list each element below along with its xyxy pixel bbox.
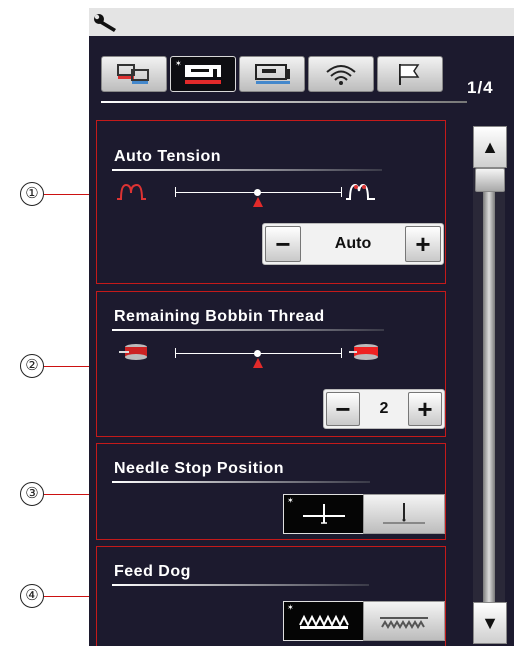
needle-down-icon [383,503,425,524]
tab-sewing-settings[interactable]: ✶ [170,56,236,92]
title-underline [112,584,369,586]
wireless-icon [326,65,356,85]
scrollbar-thumb[interactable] [475,168,505,192]
needle-stop-down-button[interactable] [363,494,445,534]
feed-dog-up-icon [299,614,349,629]
selected-star-icon: ✶ [287,603,294,612]
feed-dog-down-button[interactable] [363,601,445,641]
loose-tension-icon [117,183,146,200]
tension-slider-knob[interactable] [254,189,261,196]
selected-star-icon: ✶ [175,59,182,68]
tension-value: Auto [334,235,372,252]
tab-embroidery-settings[interactable] [239,56,305,92]
callout-2: ② [20,354,114,378]
default-marker-icon [253,197,263,207]
callout-3: ③ [20,482,114,506]
page-indicator: 1/4 [467,78,494,97]
slider-end-tick [341,187,342,197]
callout-number: ④ [20,584,44,608]
section-title: Feed Dog [114,563,191,580]
scrollbar-rail[interactable] [483,178,495,602]
section-title: Remaining Bobbin Thread [114,308,325,325]
selected-star-icon: ✶ [287,496,294,505]
feed-dog-down-icon [380,617,428,629]
tab-wireless[interactable] [308,56,374,92]
sewing-settings-icon [185,65,221,84]
auto-tension-section: Auto Tension − Auto + [96,120,446,284]
header-divider [101,101,467,103]
section-title: Auto Tension [114,148,222,165]
callout-4: ④ [20,584,114,608]
settings-screen: ✶ 1/4 Auto Tension − Auto + Remaining Bo… [89,8,514,646]
section-title: Needle Stop Position [114,460,285,477]
slider-end-tick [341,348,342,358]
needle-up-icon [303,504,345,524]
tab-language[interactable] [377,56,443,92]
bobbin-full-icon [349,344,378,360]
callout-number: ③ [20,482,44,506]
title-underline [112,481,370,483]
callout-number: ① [20,182,44,206]
title-underline [112,169,382,171]
decrease-bobbin-button[interactable]: − [326,392,360,426]
embroidery-settings-icon [255,64,290,84]
scroll-down-button[interactable]: ▼ [473,602,507,644]
bobbin-thread-section: Remaining Bobbin Thread − 2 + [96,291,446,437]
decrease-tension-button[interactable]: − [265,226,301,262]
bobbin-value: 2 [379,400,389,417]
tab-machine-settings[interactable] [101,56,167,92]
default-marker-icon [253,358,263,368]
title-underline [112,329,384,331]
scroll-up-button[interactable]: ▲ [473,126,507,168]
wrench-icon [94,14,116,32]
feed-dog-section: Feed Dog ✶ [96,546,446,646]
auto-tension-stepper: − Auto + [262,223,444,265]
language-flag-icon [399,64,420,85]
bobbin-slider-knob[interactable] [254,350,261,357]
callout-number: ② [20,354,44,378]
tight-tension-icon [346,183,375,200]
callout-1: ① [20,182,114,206]
needle-stop-up-button[interactable]: ✶ [283,494,365,534]
needle-stop-section: Needle Stop Position ✶ [96,443,446,540]
machine-settings-icon [117,64,149,84]
increase-bobbin-button[interactable]: + [408,392,442,426]
feed-dog-up-button[interactable]: ✶ [283,601,365,641]
title-bar [89,8,514,36]
settings-tabs: ✶ [101,56,446,92]
bobbin-low-icon [119,344,147,360]
increase-tension-button[interactable]: + [405,226,441,262]
bobbin-stepper: − 2 + [323,389,445,429]
